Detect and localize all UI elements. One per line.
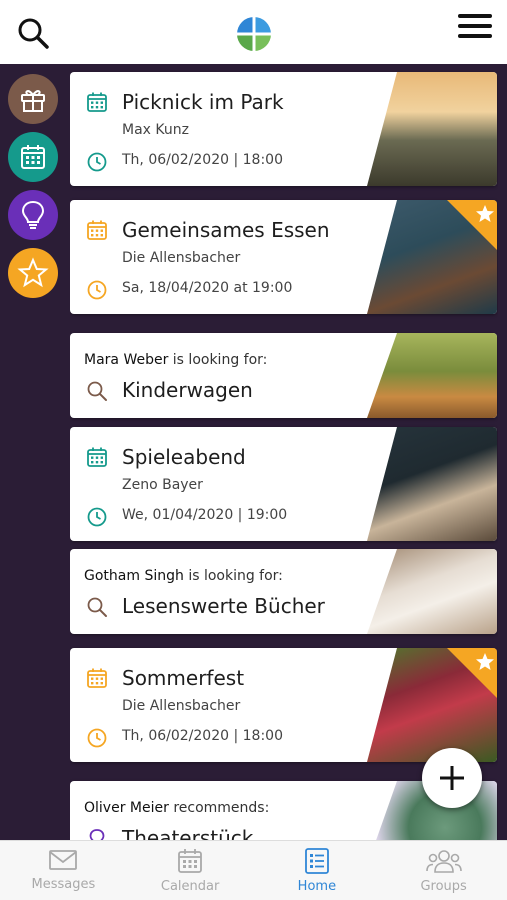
event-card[interactable]: Spieleabend Zeno Bayer We, 01/04/2020 | … <box>70 427 497 541</box>
envelope-icon <box>49 850 78 870</box>
feed: Picknick im Park Max Kunz Th, 06/02/2020… <box>70 70 498 840</box>
lightbulb-icon <box>89 829 105 840</box>
person-name: Gotham Singh <box>84 568 184 584</box>
calendar-icon <box>87 220 107 240</box>
event-title: Gemeinsames Essen <box>122 218 330 242</box>
calendar-icon <box>178 849 203 873</box>
search-verb: is looking for: <box>188 568 283 584</box>
event-title: Picknick im Park <box>122 90 284 114</box>
event-organizer: Die Allensbacher <box>122 698 241 714</box>
event-photo <box>367 427 497 541</box>
tab-groups[interactable]: Groups <box>380 841 507 900</box>
clock-icon <box>87 152 107 172</box>
search-title: Kinderwagen <box>122 378 253 402</box>
search-card[interactable]: Mara Weber is looking for: Kinderwagen <box>70 333 497 418</box>
tab-home[interactable]: Home <box>254 841 381 900</box>
tab-calendar[interactable]: Calendar <box>127 841 254 900</box>
app-logo[interactable] <box>236 16 272 52</box>
event-card[interactable]: Gemeinsames Essen Die Allensbacher Sa, 1… <box>70 200 497 314</box>
search-owner: Gotham Singh is looking for: <box>84 568 283 584</box>
search-title: Lesenswerte Bücher <box>122 594 325 618</box>
search-owner: Mara Weber is looking for: <box>84 352 267 368</box>
recommend-owner: Oliver Meier recommends: <box>84 800 269 816</box>
event-organizer: Max Kunz <box>122 122 189 138</box>
calendar-icon <box>87 447 107 467</box>
tab-label: Home <box>297 879 337 894</box>
event-organizer: Zeno Bayer <box>122 477 203 493</box>
search-photo <box>367 549 497 634</box>
clock-icon <box>87 728 107 748</box>
list-icon <box>304 848 329 874</box>
person-name: Oliver Meier <box>84 800 169 816</box>
add-button[interactable] <box>422 748 482 808</box>
calendar-icon[interactable] <box>8 132 58 182</box>
calendar-icon <box>87 92 107 112</box>
person-name: Mara Weber <box>84 352 169 368</box>
featured-star-icon <box>447 648 497 698</box>
search-icon[interactable] <box>16 16 50 50</box>
gift-icon[interactable] <box>8 74 58 124</box>
event-organizer: Die Allensbacher <box>122 250 241 266</box>
clock-icon <box>87 280 107 300</box>
event-card[interactable]: Sommerfest Die Allensbacher Th, 06/02/20… <box>70 648 497 762</box>
event-photo <box>367 72 497 186</box>
event-card[interactable]: Picknick im Park Max Kunz Th, 06/02/2020… <box>70 72 497 186</box>
sidebar <box>0 64 66 840</box>
event-datetime: We, 01/04/2020 | 19:00 <box>122 507 288 523</box>
event-datetime: Sa, 18/04/2020 at 19:00 <box>122 280 293 296</box>
tab-label: Groups <box>420 879 467 894</box>
search-photo <box>367 333 497 418</box>
featured-star-icon <box>447 200 497 250</box>
hamburger-menu-icon[interactable] <box>458 14 492 44</box>
tab-label: Messages <box>31 877 96 892</box>
search-icon <box>87 597 107 617</box>
tab-label: Calendar <box>160 879 220 894</box>
event-title: Spieleabend <box>122 445 246 469</box>
search-icon <box>87 381 107 401</box>
tab-messages[interactable]: Messages <box>0 841 127 900</box>
recommend-verb: recommends: <box>173 800 270 816</box>
lightbulb-icon[interactable] <box>8 190 58 240</box>
bottom-tab-bar: Messages Calendar Home Groups <box>0 840 507 900</box>
event-title: Sommerfest <box>122 666 245 690</box>
calendar-icon <box>87 668 107 688</box>
groups-icon <box>425 850 462 873</box>
event-datetime: Th, 06/02/2020 | 18:00 <box>122 728 283 744</box>
star-icon[interactable] <box>8 248 58 298</box>
top-bar <box>0 0 507 64</box>
search-card[interactable]: Gotham Singh is looking for: Lesenswerte… <box>70 549 497 634</box>
plus-icon <box>440 766 464 790</box>
search-verb: is looking for: <box>172 352 268 368</box>
recommend-title: Theaterstück <box>122 826 254 840</box>
clock-icon <box>87 507 107 527</box>
event-datetime: Th, 06/02/2020 | 18:00 <box>122 152 283 168</box>
